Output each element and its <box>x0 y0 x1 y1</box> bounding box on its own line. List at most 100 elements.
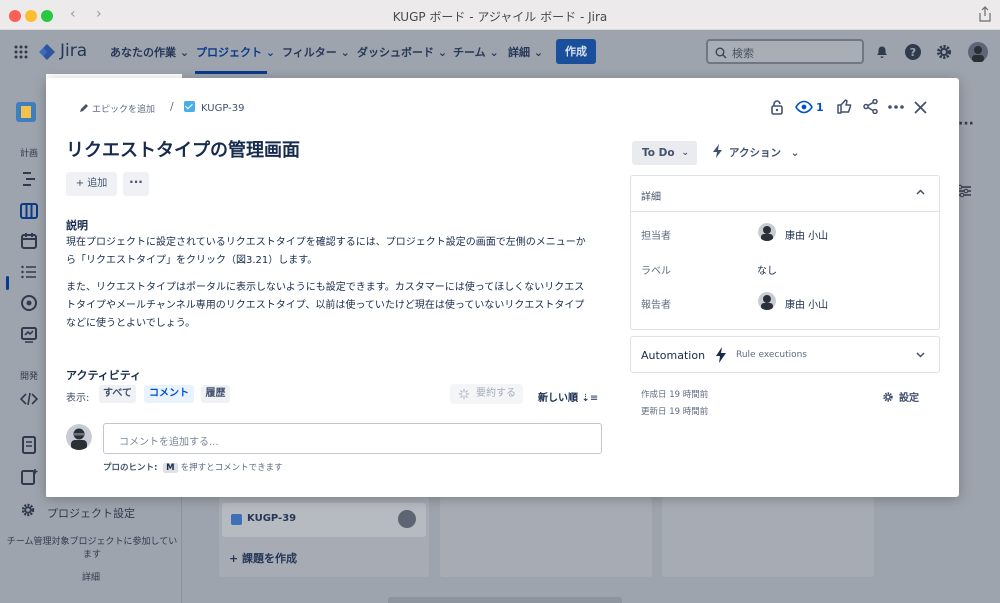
add-epic-link[interactable]: エピックを追加 <box>79 102 155 115</box>
assignee-label: 担当者 <box>641 231 671 242</box>
bolt-icon <box>716 347 726 363</box>
profile-avatar[interactable] <box>968 42 988 62</box>
issue-key-link[interactable]: KUGP-39 <box>184 101 245 114</box>
jira-logo-text[interactable]: Jira <box>60 41 87 61</box>
code-icon[interactable] <box>20 390 38 408</box>
sidebar-active-indicator <box>6 276 9 290</box>
assignee-avatar <box>758 223 776 241</box>
details-header[interactable]: 詳細 <box>631 176 939 212</box>
sidebar-section-plan: 計画 <box>20 149 39 159</box>
updated-timestamp: 更新日 19 時間前 <box>641 407 709 417</box>
watcher-count[interactable]: 1 <box>816 101 824 114</box>
help-icon[interactable]: ? <box>904 43 922 61</box>
nav-dashboards[interactable]: ダッシュボード ⌄ <box>357 44 447 60</box>
sidebar-section-dev: 開発 <box>20 372 39 382</box>
board-column <box>440 497 652 577</box>
list-icon[interactable] <box>20 263 38 281</box>
task-type-icon <box>184 101 195 112</box>
eye-icon[interactable] <box>795 100 813 114</box>
gear-icon <box>883 392 893 402</box>
filter-all-button[interactable]: すべて <box>99 385 136 403</box>
issue-title[interactable]: リクエストタイプの管理画面 <box>66 136 300 162</box>
pro-tip: プロのヒント: M を押すとコメントできます <box>103 463 283 473</box>
sort-icon: ⇣≡ <box>581 393 599 404</box>
activity-heading: アクティビティ <box>66 369 142 382</box>
comment-input[interactable]: コメントを追加する... <box>103 423 602 454</box>
chevron-up-icon <box>916 189 925 195</box>
chevron-down-icon: ⌄ <box>790 147 800 159</box>
grid-icon[interactable] <box>14 45 28 59</box>
issue-modal: エピックを追加 / KUGP-39 1 リクエストタイプの管理画面 + 追加 ·… <box>46 78 959 497</box>
board-card[interactable]: KUGP-39 <box>222 503 426 537</box>
sidebar-detail-link[interactable]: 詳細 <box>0 570 182 583</box>
project-avatar-icon[interactable] <box>16 102 36 122</box>
create-issue-button[interactable]: + 課題を作成 <box>229 550 297 566</box>
configure-button[interactable]: 設定 <box>882 389 919 404</box>
board-icon[interactable] <box>20 202 38 220</box>
top-navigation: Jira あなたの作業 ⌄ プロジェクト ⌄ フィルター ⌄ ダッシュボード ⌄… <box>0 30 1000 74</box>
automation-panel[interactable]: Automation Rule executions <box>630 336 940 373</box>
goals-icon[interactable] <box>20 294 38 312</box>
sparkle-icon <box>459 389 469 399</box>
status-dropdown[interactable]: To Do ⌄ <box>632 141 697 165</box>
nav-teams[interactable]: チーム ⌄ <box>453 44 499 60</box>
more-button[interactable]: ··· <box>123 172 149 196</box>
details-panel: 詳細 担当者 康由 小山 ラベル なし 報告者 康由 小山 <box>630 175 940 330</box>
svg-text:?: ? <box>910 46 916 59</box>
chevron-down-icon: ⌄ <box>681 148 689 158</box>
filter-comments-button[interactable]: コメント <box>144 385 194 403</box>
automation-label: Automation <box>641 349 706 362</box>
sidebar-item-project-settings[interactable]: プロジェクト設定 <box>47 505 135 521</box>
reporter-name[interactable]: 康由 小山 <box>785 296 828 311</box>
nav-projects[interactable]: プロジェクト ⌄ <box>196 44 275 60</box>
labels-value[interactable]: なし <box>757 262 777 277</box>
description-paragraph[interactable]: 現在プロジェクトに設定されているリクエストタイプを確認するには、プロジェクト設定… <box>66 234 588 270</box>
card-key: KUGP-39 <box>247 513 297 524</box>
created-timestamp: 作成日 19 時間前 <box>641 390 709 400</box>
labels-label: ラベル <box>641 266 671 277</box>
reporter-avatar <box>758 292 776 310</box>
search-icon <box>715 47 727 59</box>
sidebar-team-note: チーム管理対象プロジェクトに参加しています <box>6 537 178 560</box>
show-label: 表示: <box>66 393 90 404</box>
share-icon[interactable] <box>863 99 878 114</box>
task-icon <box>231 514 242 525</box>
like-icon[interactable] <box>837 99 852 114</box>
board-more-icon: ··· <box>958 116 974 132</box>
window-titlebar: ‹ › KUGP ボード - アジャイル ボード - Jira <box>0 0 1000 30</box>
nav-your-work[interactable]: あなたの作業 ⌄ <box>110 44 189 60</box>
assignee-name[interactable]: 康由 小山 <box>785 227 828 242</box>
window-title: KUGP ボード - アジャイル ボード - Jira <box>392 10 608 24</box>
add-button[interactable]: + 追加 <box>66 172 117 196</box>
lock-icon[interactable] <box>770 99 784 115</box>
summarize-button[interactable]: 要約する <box>450 384 523 404</box>
rule-executions-label: Rule executions <box>736 350 807 360</box>
create-button[interactable]: 作成 <box>556 39 596 64</box>
gear-icon[interactable] <box>935 43 953 61</box>
horizontal-scrollbar[interactable] <box>388 597 622 603</box>
pages-icon[interactable] <box>20 436 38 454</box>
search-input[interactable]: 検索 <box>706 39 864 64</box>
jira-logo-icon[interactable] <box>38 43 56 61</box>
nav-filters[interactable]: フィルター ⌄ <box>282 44 350 60</box>
bell-icon[interactable] <box>873 43 891 61</box>
reporter-label: 報告者 <box>641 300 671 311</box>
project-settings-gear-icon[interactable] <box>20 502 36 518</box>
share-sheet-icon[interactable] <box>978 6 992 22</box>
card-avatar <box>398 510 416 528</box>
filter-history-button[interactable]: 履歴 <box>201 385 230 403</box>
more-actions-icon[interactable] <box>888 105 904 109</box>
nav-more[interactable]: 詳細 ⌄ <box>508 44 543 60</box>
chevron-down-icon <box>916 352 925 358</box>
action-dropdown[interactable]: アクション ⌄ <box>712 141 799 165</box>
calendar-icon[interactable] <box>20 232 38 250</box>
timeline-icon[interactable] <box>20 170 38 188</box>
breadcrumb-separator: / <box>170 100 174 113</box>
reports-icon[interactable] <box>20 326 38 344</box>
board-column <box>662 497 874 577</box>
add-shortcut-icon[interactable] <box>20 468 38 486</box>
close-icon[interactable] <box>914 101 927 114</box>
sort-button[interactable]: 新しい順 ⇣≡ <box>538 389 598 404</box>
description-paragraph[interactable]: また、リクエストタイプはポータルに表示しないようにも設定できます。カスタマーには… <box>66 279 588 333</box>
bolt-icon <box>713 144 722 158</box>
